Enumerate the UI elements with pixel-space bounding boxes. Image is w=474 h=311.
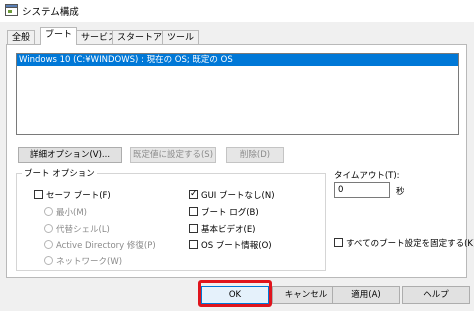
boot-options-label: ブート オプション [22, 167, 97, 179]
safe-boot-label: セーフ ブート(F) [46, 191, 111, 201]
safe-boot-minimal-label: 最小(M) [56, 208, 87, 218]
os-boot-info-label: OS ブート情報(O) [201, 241, 272, 251]
cancel-button[interactable]: キャンセル [272, 286, 340, 304]
apply-button[interactable]: 適用(A) [332, 286, 400, 304]
safe-boot-ad-repair-label: Active Directory 修復(P) [56, 241, 156, 251]
tab-general[interactable]: 全般 [7, 30, 36, 44]
boot-log-checkbox[interactable] [189, 207, 198, 216]
safe-boot-network-radio[interactable] [44, 256, 53, 265]
timeout-input[interactable]: 0 [334, 182, 390, 198]
advanced-options-button[interactable]: 詳細オプション(V)... [18, 147, 122, 163]
safe-boot-checkbox[interactable] [34, 190, 43, 199]
safe-boot-network-label: ネットワーク(W) [56, 257, 123, 267]
no-gui-boot-checkbox[interactable] [189, 188, 198, 200]
safe-boot-alternate-shell-label: 代替シェル(L) [56, 225, 110, 235]
safe-boot-alternate-shell-radio[interactable] [44, 224, 53, 233]
os-boot-info-checkbox[interactable] [189, 240, 198, 249]
window-title: システム構成 [22, 7, 79, 18]
delete-button[interactable]: 削除(D) [226, 147, 284, 163]
no-gui-boot-label: GUI ブートなし(N) [201, 191, 275, 201]
set-default-button[interactable]: 既定値に設定する(S) [130, 147, 216, 163]
timeout-unit: 秒 [396, 187, 405, 197]
safe-boot-ad-repair-radio[interactable] [44, 240, 53, 249]
make-permanent-checkbox[interactable] [334, 238, 343, 247]
tab-boot[interactable]: ブート [40, 27, 78, 45]
boot-log-label: ブート ログ(B) [201, 208, 259, 218]
base-video-label: 基本ビデオ(E) [201, 225, 256, 235]
ok-button[interactable]: OK [201, 286, 269, 304]
timeout-label: タイムアウト(T): [334, 171, 400, 181]
base-video-checkbox[interactable] [189, 224, 198, 233]
help-button[interactable]: ヘルプ [402, 286, 470, 304]
boot-entry-selected[interactable]: Windows 10 (C:¥WINDOWS) : 現在の OS; 既定の OS [17, 54, 458, 66]
tab-tools[interactable]: ツール [162, 30, 200, 44]
make-permanent-label: すべてのブート設定を固定する(K) [346, 239, 474, 249]
safe-boot-minimal-radio[interactable] [44, 207, 53, 216]
msconfig-icon [5, 4, 18, 16]
